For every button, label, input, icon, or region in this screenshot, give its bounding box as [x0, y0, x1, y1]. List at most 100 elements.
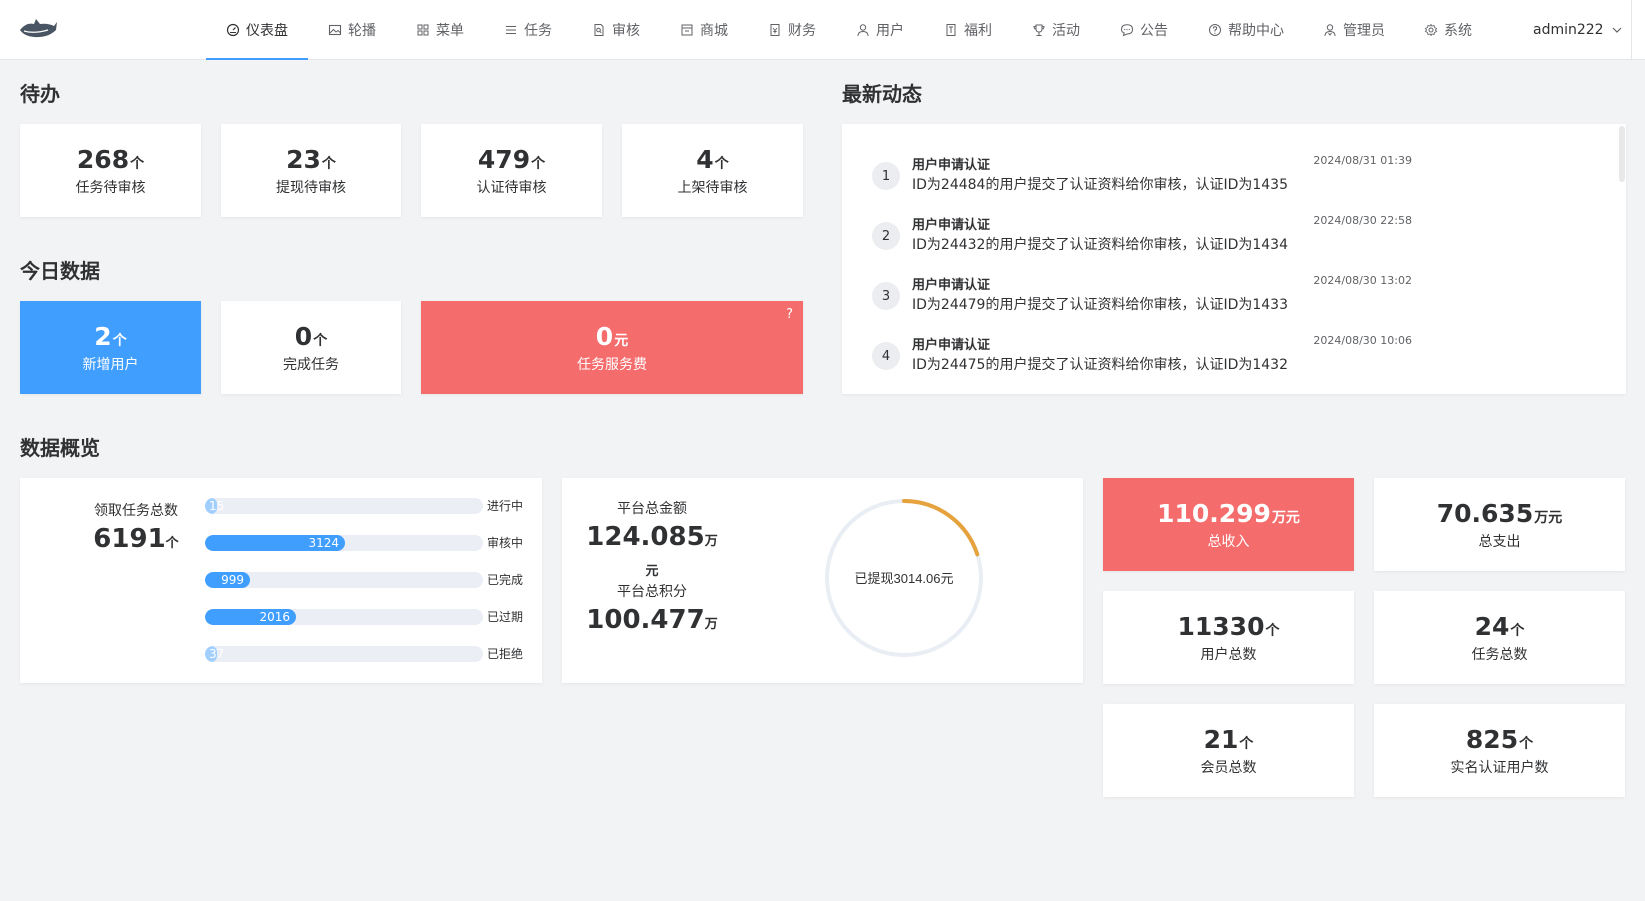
nav-label: 公告 [1140, 23, 1168, 39]
todo-card-listing[interactable]: 4个 上架待审核 [622, 124, 803, 217]
nav-shop[interactable]: 商城 [660, 0, 748, 60]
nav-label: 商城 [700, 23, 728, 39]
todo-card-verify[interactable]: 479个 认证待审核 [421, 124, 602, 217]
today-card-new-users[interactable]: 2个 新增用户 [20, 301, 201, 394]
progress-track: 15 [205, 498, 483, 514]
shop-icon [681, 24, 693, 36]
nav-banner[interactable]: 轮播 [308, 0, 396, 60]
nav-dashboard[interactable]: 仪表盘 [206, 0, 308, 60]
nav-system[interactable]: 系统 [1404, 0, 1492, 60]
activity-item-time: 2024/08/30 13:02 [1313, 274, 1412, 287]
stat-card-tasks[interactable]: 24个 任务总数 [1374, 591, 1625, 684]
nav-label: 用户 [876, 23, 904, 39]
task-bar-row: 3124 审核中 [205, 535, 535, 551]
bar-label: 已拒绝 [487, 647, 524, 661]
card-value: 479 [477, 144, 531, 174]
top-navbar: 仪表盘 轮播 菜单 任务 审核 商城 财务 用户 福利 活动 公告 帮助中心 管… [0, 0, 1645, 60]
progress-fill: 2016 [205, 609, 296, 625]
stat-card-members[interactable]: 21个 会员总数 [1103, 704, 1354, 797]
task-bar-row: 999 已完成 [205, 572, 535, 588]
card-unit: 个 [112, 332, 127, 349]
stat-label: 平台总积分 [617, 584, 687, 600]
platform-points: 平台总积分 100.477万 [582, 581, 722, 635]
activity-item-title: 用户申请认证 [912, 278, 991, 293]
bar-value: 3124 [308, 536, 339, 550]
nav-activity[interactable]: 活动 [1012, 0, 1100, 60]
activity-item-desc: ID为24479的用户提交了认证资料给你审核，认证ID为1433 [912, 297, 1288, 313]
nav-label: 财务 [788, 23, 816, 39]
stat-card-expense[interactable]: 70.635万元 总支出 [1374, 478, 1625, 571]
activity-scrollbar[interactable] [1619, 126, 1625, 182]
stat-label: 领取任务总数 [94, 503, 178, 519]
nav-admin[interactable]: 管理员 [1304, 0, 1404, 60]
list-icon [506, 25, 516, 35]
nav-finance[interactable]: 财务 [748, 0, 836, 60]
bar-value: 37 [209, 647, 225, 661]
activity-index: 3 [872, 282, 900, 310]
document-search-icon [594, 24, 604, 36]
user-dropdown[interactable]: admin222 [1533, 0, 1622, 60]
activity-item[interactable]: 2 用户申请认证 ID为24432的用户提交了认证资料给你审核，认证ID为143… [872, 214, 1412, 264]
progress-fill: 999 [205, 572, 250, 588]
nav-label: 任务 [524, 23, 552, 39]
stat-label: 平台总金额 [617, 501, 687, 517]
stat-value: 100.477 [586, 605, 705, 635]
card-value: 0 [595, 321, 614, 351]
nav-label: 审核 [612, 23, 640, 39]
nav-menu[interactable]: 菜单 [396, 0, 484, 60]
stat-unit: 个 [165, 536, 179, 551]
card-unit: 个 [1510, 622, 1525, 639]
bar-label: 已完成 [487, 573, 524, 587]
task-status-panel: 领取任务总数 6191个 15 进行中 3124 审核中 999 已完成 201… [20, 478, 542, 683]
progress-fill: 15 [205, 498, 224, 514]
card-unit: 个 [1519, 735, 1534, 752]
task-bar-row: 15 进行中 [205, 498, 535, 514]
nav-label: 帮助中心 [1228, 23, 1284, 39]
bar-label: 已过期 [487, 610, 524, 624]
platform-panel: 平台总金额 124.085万元 平台总积分 100.477万 已提现3014.0… [562, 478, 1083, 683]
activity-item-title: 用户申请认证 [912, 338, 991, 353]
card-label: 任务总数 [1471, 646, 1528, 663]
nav-review[interactable]: 审核 [572, 0, 660, 60]
finance-icon [770, 24, 780, 36]
nav-task[interactable]: 任务 [484, 0, 572, 60]
activity-title: 最新动态 [842, 82, 922, 106]
logo-icon[interactable] [18, 16, 58, 42]
card-label: 任务待审核 [75, 179, 146, 196]
nav-user[interactable]: 用户 [836, 0, 924, 60]
today-card-completed[interactable]: 0个 完成任务 [221, 301, 401, 394]
activity-index: 4 [872, 342, 900, 370]
bar-label: 审核中 [487, 536, 524, 550]
nav-notice[interactable]: 公告 [1100, 0, 1188, 60]
bar-value: 999 [221, 573, 244, 587]
card-unit: 万元 [1271, 509, 1300, 526]
stat-card-users[interactable]: 11330个 用户总数 [1103, 591, 1354, 684]
platform-amount: 平台总金额 124.085万元 [582, 498, 722, 582]
todo-card-task[interactable]: 268个 任务待审核 [20, 124, 201, 217]
stat-unit: 万 [704, 617, 718, 632]
activity-item[interactable]: 1 用户申请认证 ID为24484的用户提交了认证资料给你审核，认证ID为143… [872, 154, 1412, 204]
nav-welfare[interactable]: 福利 [924, 0, 1012, 60]
nav-help-center[interactable]: 帮助中心 [1188, 0, 1304, 60]
activity-item-desc: ID为24432的用户提交了认证资料给你审核，认证ID为1434 [912, 237, 1288, 253]
card-value: 24 [1474, 611, 1510, 641]
card-value: 268 [76, 144, 130, 174]
trophy-icon [1033, 24, 1045, 36]
task-bar-row: 2016 已过期 [205, 609, 535, 625]
activity-item[interactable]: 3 用户申请认证 ID为24479的用户提交了认证资料给你审核，认证ID为143… [872, 274, 1412, 324]
stat-card-income[interactable]: 110.299万元 总收入 [1103, 478, 1354, 571]
card-value: 21 [1203, 724, 1239, 754]
card-value: 0 [294, 321, 313, 351]
card-label: 实名认证用户数 [1450, 759, 1549, 776]
todo-card-withdraw[interactable]: 23个 提现待审核 [221, 124, 401, 217]
today-card-service-fee[interactable]: ? 0元 任务服务费 [421, 301, 803, 394]
bar-label: 进行中 [487, 499, 524, 513]
activity-item[interactable]: 4 用户申请认证 ID为24475的用户提交了认证资料给你审核，认证ID为143… [872, 334, 1412, 384]
task-total: 领取任务总数 6191个 [66, 500, 206, 554]
stat-card-verified-users[interactable]: 825个 实名认证用户数 [1374, 704, 1625, 797]
card-label: 上架待审核 [677, 179, 748, 196]
card-value: 4 [696, 144, 714, 174]
card-unit: 个 [1239, 735, 1254, 752]
help-tooltip-trigger[interactable]: ? [786, 307, 793, 322]
progress-track: 999 [205, 572, 483, 588]
